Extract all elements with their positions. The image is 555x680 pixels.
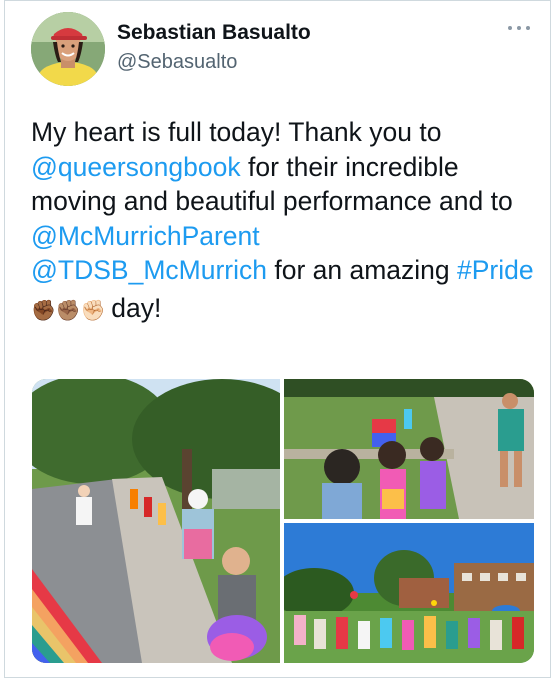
avatar[interactable] — [31, 12, 105, 86]
media-grid[interactable] — [32, 379, 534, 663]
mention-tdsb-mcmurrich[interactable]: @TDSB_McMurrich — [31, 255, 267, 285]
author-handle[interactable]: @Sebasualto — [117, 51, 237, 74]
raised-fists-emoji: ✊🏾✊🏽✊🏻 — [31, 299, 112, 322]
text-segment: for an amazing — [266, 255, 458, 285]
tweet-text: My heart is full today! Thank you to @qu… — [31, 115, 536, 328]
photo-kids-flags-path[interactable] — [284, 379, 534, 519]
tweet-card[interactable]: Sebastian Basualto @Sebasualto My heart … — [4, 0, 551, 678]
avatar-image — [31, 12, 105, 86]
author-name[interactable]: Sebastian Basualto — [117, 21, 311, 45]
more-options-icon[interactable] — [506, 21, 532, 35]
photo-field-gathering[interactable] — [284, 523, 534, 663]
mention-mcmurrichparent[interactable]: @McMurrichParent — [31, 221, 260, 251]
text-segment: day! — [111, 292, 162, 323]
mention-queersongbook[interactable]: @queersongbook — [31, 152, 241, 182]
photo-children-sidewalk[interactable] — [32, 379, 280, 663]
hashtag-pride[interactable]: #Pride — [457, 255, 534, 285]
text-segment: My heart is full today! Thank you to — [31, 117, 442, 147]
